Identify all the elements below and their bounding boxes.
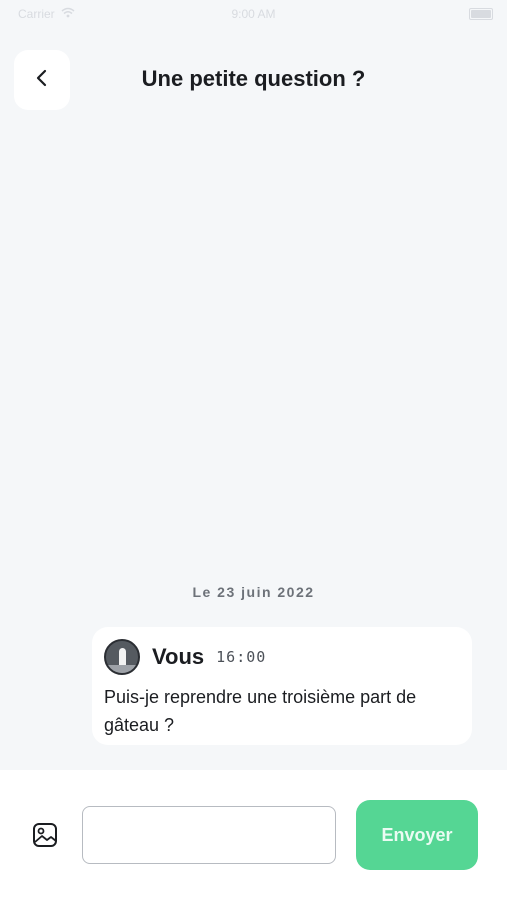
battery-icon <box>469 8 493 20</box>
composer-bar: Envoyer <box>0 770 507 900</box>
message-bubble: Vous 16:00 Puis-je reprendre une troisiè… <box>92 627 472 745</box>
status-bar: Carrier 9:00 AM <box>0 0 507 28</box>
message-sender: Vous <box>152 644 205 669</box>
date-separator: Le 23 juin 2022 <box>192 584 315 600</box>
message-time: 16:00 <box>216 648 267 666</box>
send-button[interactable]: Envoyer <box>356 800 478 870</box>
avatar <box>104 639 140 675</box>
message-header: Vous 16:00 <box>104 639 460 675</box>
image-icon <box>32 822 58 853</box>
message-text: Puis-je reprendre une troisième part de … <box>104 687 417 735</box>
attach-image-button[interactable] <box>30 822 60 852</box>
chat-screen: Carrier 9:00 AM Une petite question ? Le… <box>0 0 507 900</box>
message-input[interactable] <box>82 806 336 864</box>
page-title: Une petite question ? <box>141 66 366 91</box>
status-time: 9:00 AM <box>231 7 276 21</box>
